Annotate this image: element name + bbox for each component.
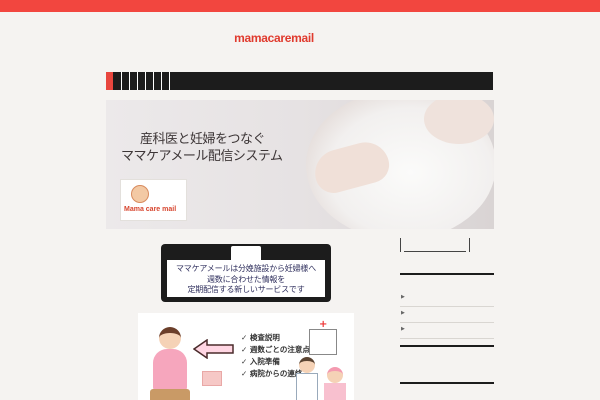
nurse-icon: [324, 367, 346, 400]
chevron-right-icon: ▶: [401, 294, 405, 300]
site-logo[interactable]: mamacaremail: [0, 31, 548, 45]
main-nav: [106, 72, 493, 90]
arrow-left-icon: [193, 339, 234, 359]
hero-banner[interactable]: 産科医と妊婦をつなぐ ママケアメール配信システム Mama care mail: [106, 100, 494, 229]
nav-item[interactable]: [115, 72, 122, 90]
nav-accent: [106, 72, 113, 90]
sidebar-search-input[interactable]: [404, 238, 466, 252]
hospital-icon: +: [309, 320, 337, 355]
intro-clipboard: ママケアメールは分娩施設から妊婦様へ 週数に合わせた情報を 定期配信する新しいサ…: [161, 244, 331, 302]
pregnant-woman-icon: [150, 325, 190, 400]
top-accent-bar: [0, 0, 600, 12]
sidebar-list-item[interactable]: ▶: [400, 290, 494, 307]
nav-item[interactable]: [139, 72, 146, 90]
sidebar-divider: [400, 382, 494, 384]
chevron-right-icon: ▶: [401, 310, 405, 316]
sidebar-search-box[interactable]: [400, 238, 470, 252]
mail-envelope-icon: [202, 371, 222, 386]
sidebar-list-item[interactable]: ▶: [400, 322, 494, 339]
mother-face-icon: [131, 185, 149, 203]
service-illustration: ✓ 検査説明 ✓ 週数ごとの注意点 ✓ 入院準備 ✓ 病院からの連絡 +: [138, 313, 354, 400]
hero-headline-2: ママケアメール配信システム: [121, 149, 283, 164]
nav-item[interactable]: [163, 72, 170, 90]
nav-item[interactable]: [123, 72, 130, 90]
clipboard-clip-icon: [229, 244, 263, 260]
checklist-item: ✓ 入院準備: [241, 357, 280, 366]
doctor-icon: [296, 357, 318, 400]
clipboard-paper: ママケアメールは分娩施設から妊婦様へ 週数に合わせた情報を 定期配信する新しいサ…: [167, 260, 325, 297]
intro-line-1: ママケアメールは分娩施設から妊婦様へ: [176, 264, 316, 273]
mama-care-logo: Mama care mail: [120, 179, 187, 221]
sidebar-list-item[interactable]: ▶: [400, 306, 494, 323]
sidebar-divider: [400, 273, 494, 275]
nav-item[interactable]: [131, 72, 138, 90]
checklist-item: ✓ 検査説明: [241, 333, 280, 342]
chevron-right-icon: ▶: [401, 326, 405, 332]
intro-line-3: 定期配信する新しいサービスです: [187, 285, 305, 294]
nav-item[interactable]: [155, 72, 162, 90]
sidebar-divider: [400, 345, 494, 347]
checklist-item: ✓ 週数ごとの注意点: [241, 345, 310, 354]
checklist-item: ✓ 病院からの連絡: [241, 369, 303, 378]
mama-care-logo-label: Mama care mail: [124, 206, 177, 213]
nav-item[interactable]: [147, 72, 154, 90]
